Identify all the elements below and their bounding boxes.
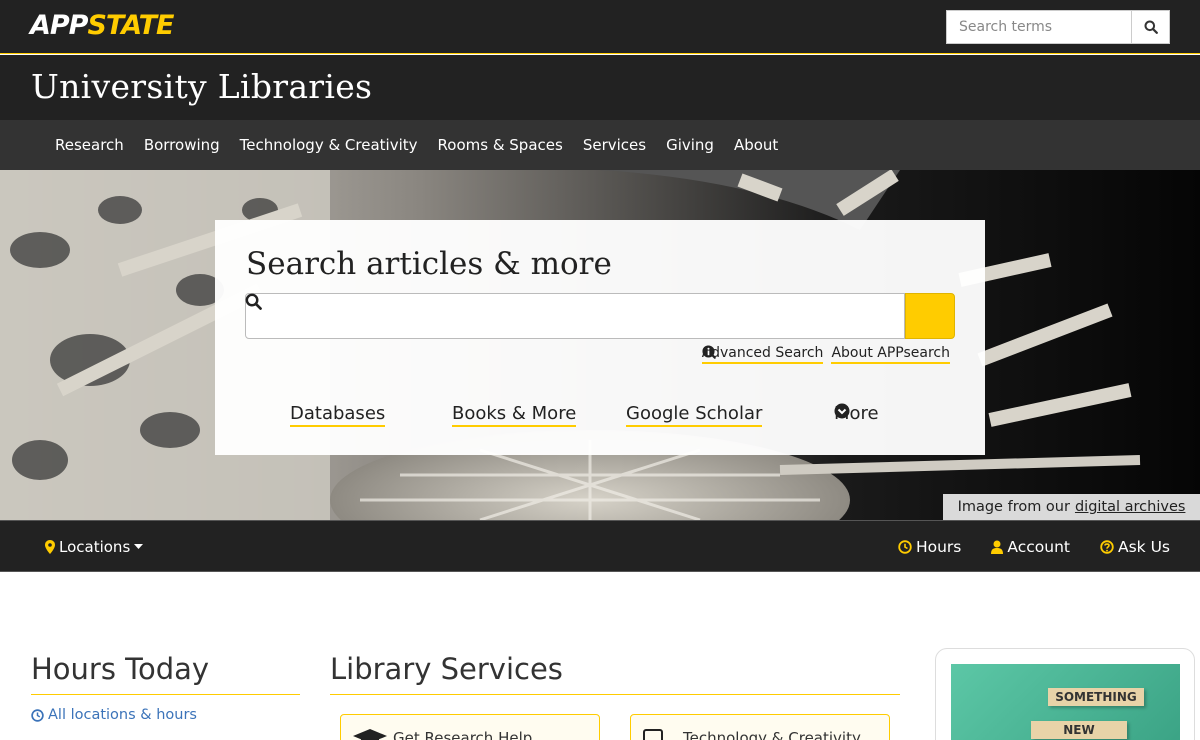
article-search-input[interactable] [245, 293, 905, 339]
promo-word-new: NEW [1031, 721, 1127, 739]
main-nav: Research Borrowing Technology & Creativi… [0, 120, 1200, 170]
service-card-technology-creativity-label: Technology & Creativity [683, 729, 861, 740]
appstate-logo[interactable]: APPSTATE [30, 10, 174, 42]
nav-rooms-spaces[interactable]: Rooms & Spaces [428, 120, 573, 170]
service-card-research-help[interactable]: Get Research Help [340, 714, 600, 740]
map-marker-icon [45, 540, 55, 554]
hours-today-section: Hours Today All locations & hours [31, 652, 300, 723]
top-search-button[interactable] [1132, 10, 1170, 44]
user-icon [991, 540, 1004, 554]
nav-services[interactable]: Services [573, 120, 656, 170]
search-heading: Search articles & more [246, 246, 612, 282]
digital-archives-link[interactable]: digital archives [1075, 499, 1185, 515]
hero: Search articles & more Advanced Search A… [0, 170, 1200, 520]
promo-card[interactable]: SOMETHING NEW [935, 648, 1195, 740]
article-search-button[interactable] [245, 293, 955, 339]
site-title[interactable]: University Libraries [31, 67, 372, 106]
monitor-icon [643, 729, 663, 740]
service-card-research-help-label: Get Research Help [393, 729, 533, 740]
image-credit-prefix: Image from our [957, 499, 1070, 515]
question-circle-icon [1100, 540, 1114, 554]
tab-books-more[interactable]: Books & More [452, 403, 577, 427]
graduation-cap-icon [353, 729, 387, 740]
top-bar: APPSTATE [0, 0, 1200, 54]
site-title-bar: University Libraries [0, 55, 1200, 120]
top-search [946, 10, 1170, 44]
nav-about[interactable]: About [724, 120, 788, 170]
hours-link[interactable]: Hours [898, 538, 961, 556]
search-icon [1144, 20, 1158, 34]
account-label: Account [1007, 538, 1070, 556]
search-icon [245, 293, 262, 310]
locations-label: Locations [59, 538, 131, 556]
hours-label: Hours [915, 538, 962, 556]
tab-more[interactable]: More [834, 403, 879, 425]
search-helper-links: Advanced Search About APPsearch [701, 345, 950, 364]
nav-borrowing[interactable]: Borrowing [134, 120, 230, 170]
info-icon [702, 345, 715, 358]
about-appsearch-label: About APPsearch [831, 345, 950, 364]
utility-bar: Locations Hours Account Ask Us [0, 520, 1200, 572]
advanced-search-link[interactable]: Advanced Search [701, 345, 824, 364]
chevron-down-circle-icon [834, 403, 850, 419]
promo-image: SOMETHING NEW [951, 664, 1180, 740]
hours-today-heading: Hours Today [31, 652, 300, 695]
account-link[interactable]: Account [991, 538, 1070, 556]
library-services-heading: Library Services [330, 652, 900, 695]
advanced-search-label: Advanced Search [701, 345, 824, 364]
logo-app: APP [30, 10, 88, 41]
clock-icon [898, 540, 912, 554]
tab-google-scholar[interactable]: Google Scholar [626, 403, 763, 427]
ask-us-link[interactable]: Ask Us [1100, 538, 1170, 556]
locations-dropdown[interactable]: Locations [45, 521, 144, 573]
about-appsearch-link[interactable]: About APPsearch [702, 345, 950, 364]
logo-state: STATE [87, 10, 174, 41]
top-search-input[interactable] [946, 10, 1132, 44]
utility-links: Hours Account Ask Us [898, 521, 1170, 573]
nav-giving[interactable]: Giving [656, 120, 724, 170]
ask-us-label: Ask Us [1117, 538, 1170, 556]
promo-word-something: SOMETHING [1048, 688, 1144, 706]
article-search-box [245, 293, 955, 339]
library-services-section: Library Services [330, 652, 900, 695]
tab-databases[interactable]: Databases [290, 403, 386, 427]
service-card-technology-creativity[interactable]: Technology & Creativity [630, 714, 890, 740]
nav-technology-creativity[interactable]: Technology & Creativity [230, 120, 428, 170]
clock-icon [31, 708, 44, 722]
nav-research[interactable]: Research [45, 120, 134, 170]
all-locations-hours-link[interactable]: All locations & hours [31, 707, 300, 723]
article-search-panel: Search articles & more Advanced Search A… [215, 220, 985, 455]
image-credit: Image from our digital archives [943, 494, 1200, 520]
caret-down-icon [134, 544, 144, 549]
all-locations-hours-label: All locations & hours [48, 707, 197, 723]
